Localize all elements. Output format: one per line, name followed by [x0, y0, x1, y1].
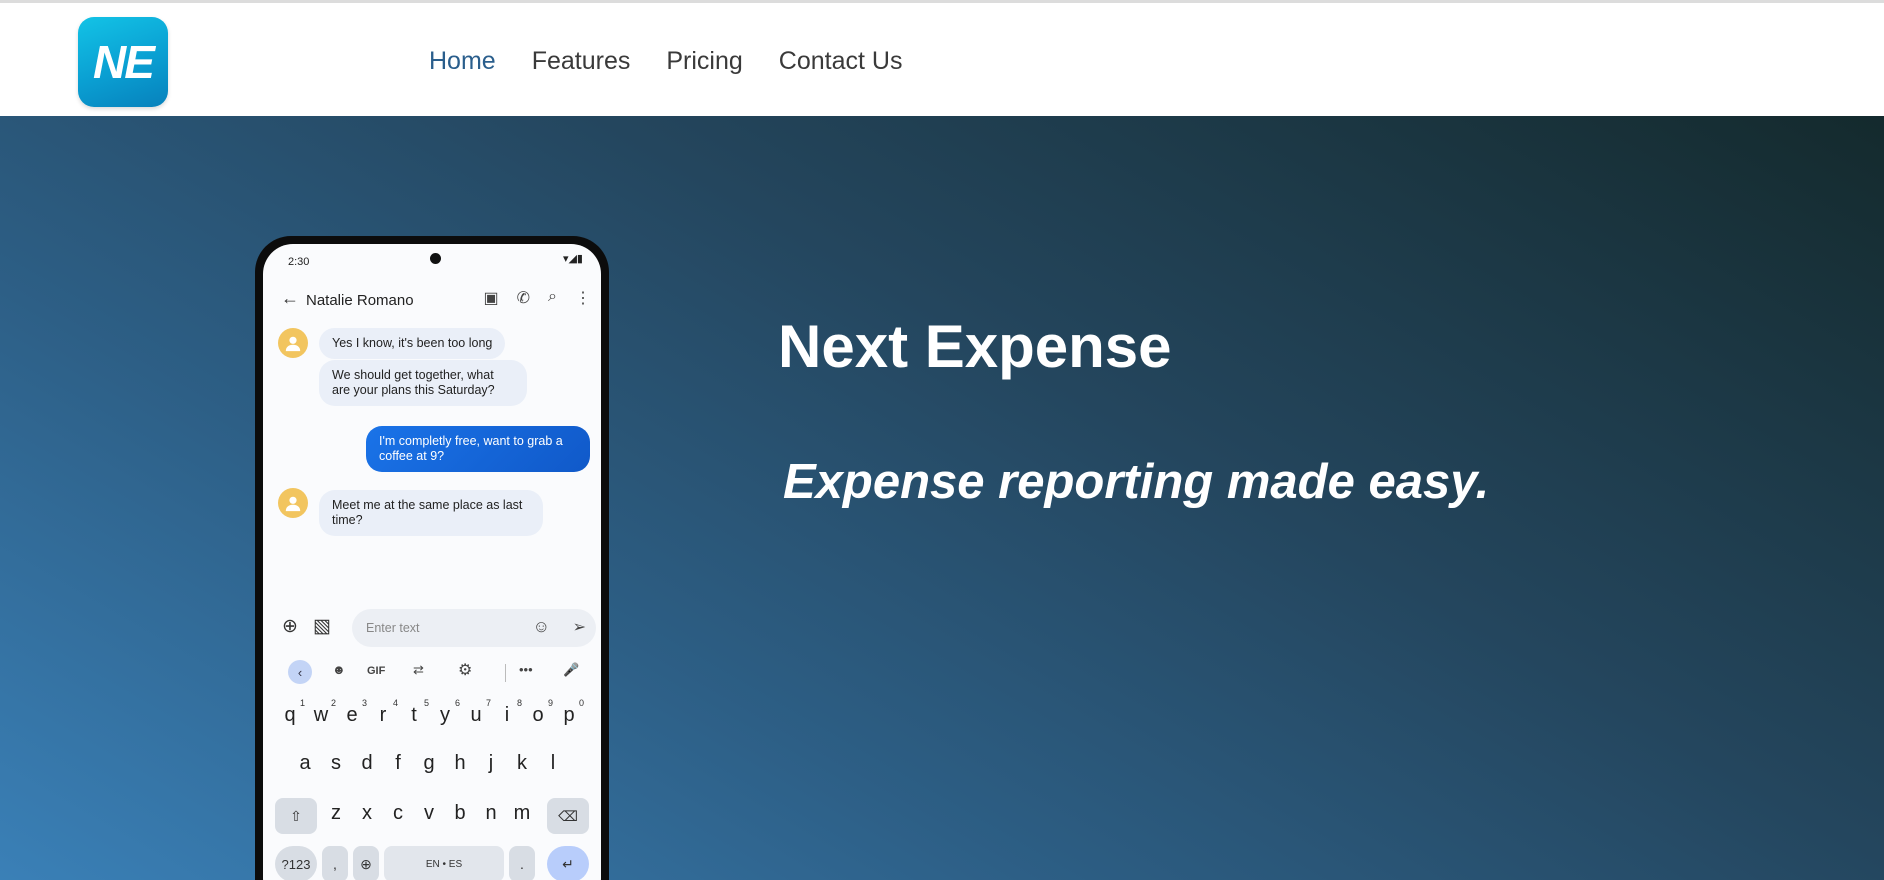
- key[interactable]: u7: [463, 698, 491, 727]
- logo-text: NE: [93, 36, 155, 88]
- key[interactable]: o9: [525, 698, 553, 727]
- key[interactable]: i8: [494, 698, 522, 727]
- key[interactable]: c: [385, 802, 411, 825]
- key[interactable]: r4: [370, 698, 398, 727]
- key[interactable]: f: [385, 752, 411, 775]
- hero-title: Next Expense: [778, 313, 1172, 380]
- nav-features[interactable]: Features: [532, 47, 631, 76]
- key[interactable]: y6: [432, 698, 460, 727]
- enter-key-icon[interactable]: ↵: [547, 846, 589, 880]
- person-icon: [285, 496, 301, 512]
- space-key[interactable]: EN • ES: [384, 846, 504, 880]
- phone-call-icon[interactable]: ✆: [517, 288, 530, 308]
- gallery-icon[interactable]: ▧: [313, 615, 331, 638]
- key[interactable]: n: [478, 802, 504, 825]
- nav-contact-us[interactable]: Contact Us: [779, 47, 903, 76]
- message-bubble: Yes I know, it's been too long: [319, 328, 506, 359]
- hero-subtitle: Expense reporting made easy.: [783, 455, 1490, 509]
- period-key[interactable]: .: [509, 846, 535, 880]
- gear-icon[interactable]: ⚙: [458, 660, 472, 680]
- key[interactable]: b: [447, 802, 473, 825]
- key[interactable]: h: [447, 752, 473, 775]
- add-circle-icon[interactable]: ⊕: [282, 615, 298, 638]
- shift-key-icon[interactable]: ⇧: [275, 798, 317, 834]
- keyboard-row-4: ?123 , ⊕ EN • ES . ↵: [263, 844, 601, 880]
- key[interactable]: a: [292, 752, 318, 775]
- input-placeholder: Enter text: [366, 621, 420, 635]
- nav-pricing[interactable]: Pricing: [666, 47, 742, 76]
- key[interactable]: x: [354, 802, 380, 825]
- more-horizontal-icon[interactable]: •••: [519, 662, 533, 677]
- keyboard-toolbar: ‹ ☻ GIF ⇄ ⚙ ••• 🎤: [263, 658, 601, 688]
- key[interactable]: g: [416, 752, 442, 775]
- keyboard-row-3: ⇧ z x c v b n m ⌫: [263, 796, 601, 836]
- video-call-icon[interactable]: ▣: [484, 288, 499, 308]
- key[interactable]: z: [323, 802, 349, 825]
- key[interactable]: j: [478, 752, 504, 775]
- main-nav: Home Features Pricing Contact Us: [429, 47, 902, 76]
- site-header: NE Home Features Pricing Contact Us: [0, 0, 1884, 116]
- keyboard-row-2: a s d f g h j k l: [263, 752, 601, 792]
- search-icon[interactable]: ⌕: [548, 288, 557, 308]
- status-bar: 2:30 ▾◢▮: [263, 244, 601, 274]
- sticker-icon[interactable]: ☻: [332, 662, 346, 677]
- nav-home[interactable]: Home: [429, 47, 496, 76]
- key[interactable]: v: [416, 802, 442, 825]
- chat-actions: ▣ ✆ ⌕ ⋮: [484, 288, 592, 308]
- key[interactable]: m: [509, 802, 535, 825]
- more-options-icon[interactable]: ⋮: [575, 288, 591, 308]
- chat-app-bar: ← Natalie Romano ▣ ✆ ⌕ ⋮: [263, 286, 601, 316]
- status-icons: ▾◢▮: [562, 253, 583, 265]
- translate-icon[interactable]: ⇄: [413, 662, 424, 678]
- chevron-left-icon[interactable]: ‹: [288, 660, 312, 684]
- back-arrow-icon[interactable]: ←: [281, 288, 299, 309]
- microphone-icon[interactable]: 🎤: [563, 662, 579, 678]
- brand-logo[interactable]: NE: [78, 17, 168, 107]
- contact-name: Natalie Romano: [306, 292, 414, 309]
- key[interactable]: l: [540, 752, 566, 775]
- gif-button[interactable]: GIF: [367, 665, 385, 677]
- key[interactable]: p0: [556, 698, 584, 727]
- send-icon[interactable]: ➢: [573, 617, 586, 637]
- message-composer: ⊕ ▧ Enter text ☺ ➢: [263, 609, 601, 649]
- key[interactable]: t5: [401, 698, 429, 727]
- phone-mockup: 2:30 ▾◢▮ ← Natalie Romano ▣ ✆ ⌕ ⋮ Yes I …: [255, 236, 609, 880]
- hero-section: 2:30 ▾◢▮ ← Natalie Romano ▣ ✆ ⌕ ⋮ Yes I …: [0, 116, 1884, 880]
- key[interactable]: q1: [277, 698, 305, 727]
- symbols-key[interactable]: ?123: [275, 846, 317, 880]
- globe-icon[interactable]: ⊕: [353, 846, 379, 880]
- message-bubble-sent: I'm completly free, want to grab a coffe…: [366, 426, 590, 472]
- phone-screen: 2:30 ▾◢▮ ← Natalie Romano ▣ ✆ ⌕ ⋮ Yes I …: [263, 244, 601, 880]
- comma-key[interactable]: ,: [322, 846, 348, 880]
- camera-cutout: [430, 253, 441, 264]
- message-input[interactable]: Enter text ☺ ➢: [352, 609, 596, 647]
- contact-avatar: [278, 488, 308, 518]
- toolbar-divider: [505, 664, 506, 682]
- key[interactable]: s: [323, 752, 349, 775]
- key[interactable]: k: [509, 752, 535, 775]
- emoji-icon[interactable]: ☺: [533, 617, 550, 637]
- keyboard-row-1: q1 w2 e3 r4 t5 y6 u7 i8 o9 p0: [263, 698, 601, 744]
- person-icon: [285, 336, 301, 352]
- key[interactable]: d: [354, 752, 380, 775]
- backspace-key-icon[interactable]: ⌫: [547, 798, 589, 834]
- message-bubble: We should get together, what are your pl…: [319, 360, 527, 406]
- message-bubble: Meet me at the same place as last time?: [319, 490, 543, 536]
- contact-avatar: [278, 328, 308, 358]
- key[interactable]: e3: [339, 698, 367, 727]
- key[interactable]: w2: [308, 698, 336, 727]
- status-time: 2:30: [288, 256, 310, 268]
